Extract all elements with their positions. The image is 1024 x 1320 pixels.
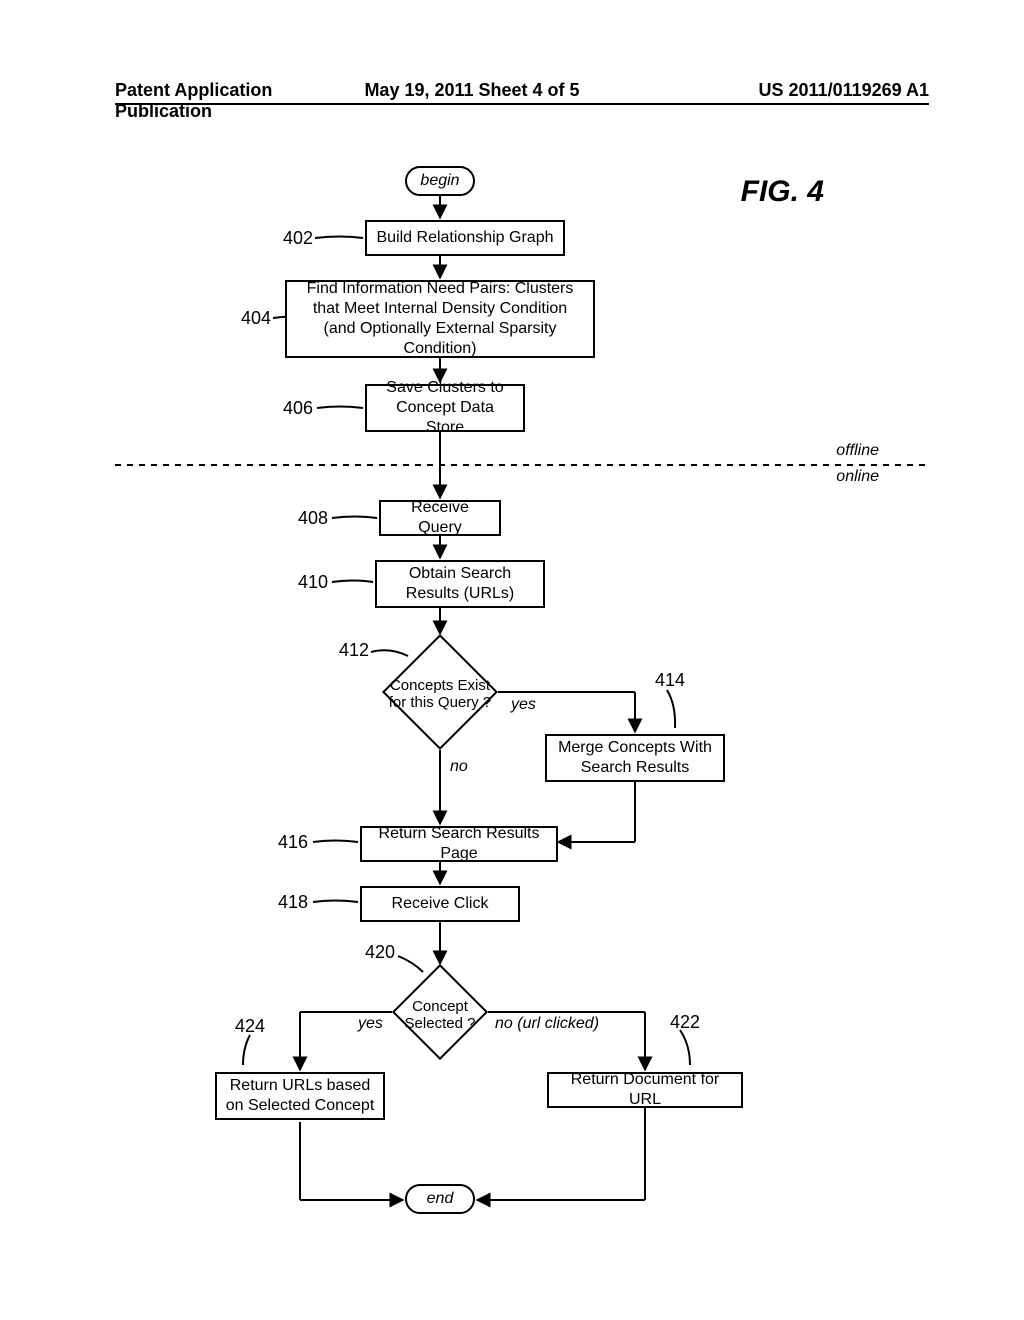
- step-418-box: Receive Click: [360, 886, 520, 922]
- ref-424: 424: [235, 1016, 265, 1037]
- ref-414: 414: [655, 670, 685, 691]
- edge-420-no: no (url clicked): [495, 1015, 599, 1033]
- step-414-box: Merge Concepts With Search Results: [545, 734, 725, 782]
- ref-418: 418: [278, 892, 308, 913]
- step-416-box: Return Search Results Page: [360, 826, 558, 862]
- step-406-box: Save Clusters to Concept Data Store: [365, 384, 525, 432]
- header-right: US 2011/0119269 A1: [691, 80, 929, 103]
- header-left: Patent Application Publication: [115, 80, 353, 103]
- flowchart: begin Build Relationship Graph 402 Find …: [115, 160, 929, 1280]
- step-402-box: Build Relationship Graph: [365, 220, 565, 256]
- ref-408: 408: [298, 508, 328, 529]
- step-408-box: Receive Query: [379, 500, 501, 536]
- edge-412-no: no: [450, 758, 468, 776]
- ref-404: 404: [241, 308, 271, 329]
- ref-416: 416: [278, 832, 308, 853]
- step-404-box: Find Information Need Pairs: Clusters th…: [285, 280, 595, 358]
- step-422-box: Return Document for URL: [547, 1072, 743, 1108]
- page-header: Patent Application Publication May 19, 2…: [115, 80, 929, 105]
- ref-402: 402: [283, 228, 313, 249]
- step-410-box: Obtain Search Results (URLs): [375, 560, 545, 608]
- edge-412-yes: yes: [511, 696, 536, 714]
- ref-412: 412: [339, 640, 369, 661]
- ref-420: 420: [365, 942, 395, 963]
- mode-offline: offline: [836, 442, 879, 460]
- begin-terminator: begin: [405, 166, 475, 196]
- step-424-box: Return URLs based on Selected Concept: [215, 1072, 385, 1120]
- end-terminator: end: [405, 1184, 475, 1214]
- ref-410: 410: [298, 572, 328, 593]
- ref-406: 406: [283, 398, 313, 419]
- header-center: May 19, 2011 Sheet 4 of 5: [353, 80, 691, 103]
- edge-420-yes: yes: [358, 1015, 383, 1033]
- ref-422: 422: [670, 1012, 700, 1033]
- mode-online: online: [836, 468, 879, 486]
